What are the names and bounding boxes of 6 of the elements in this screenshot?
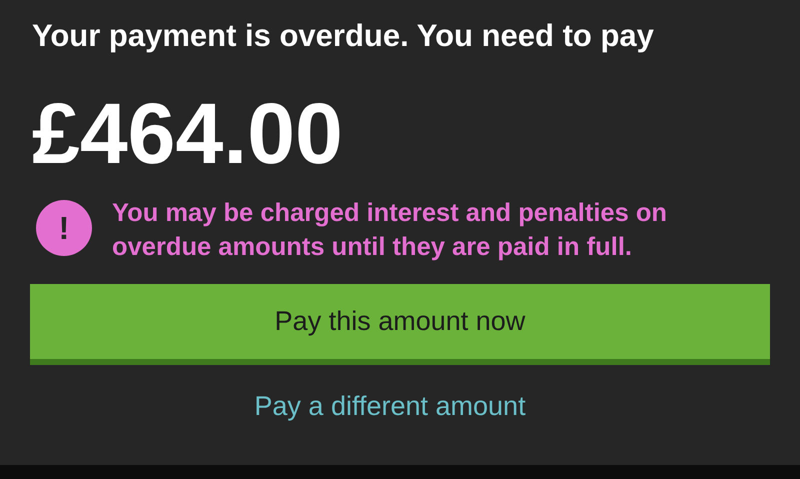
pay-different-amount-link[interactable]: Pay a different amount [254,391,526,422]
page-heading: Your payment is overdue. You need to pay [32,17,655,55]
warning-icon: ! [36,200,92,256]
pay-now-button[interactable]: Pay this amount now [30,284,770,365]
warning-message: You may be charged interest and penalties on overdue amounts until they are paid in full. [112,198,668,263]
amount-due: £464.00 [32,85,344,184]
